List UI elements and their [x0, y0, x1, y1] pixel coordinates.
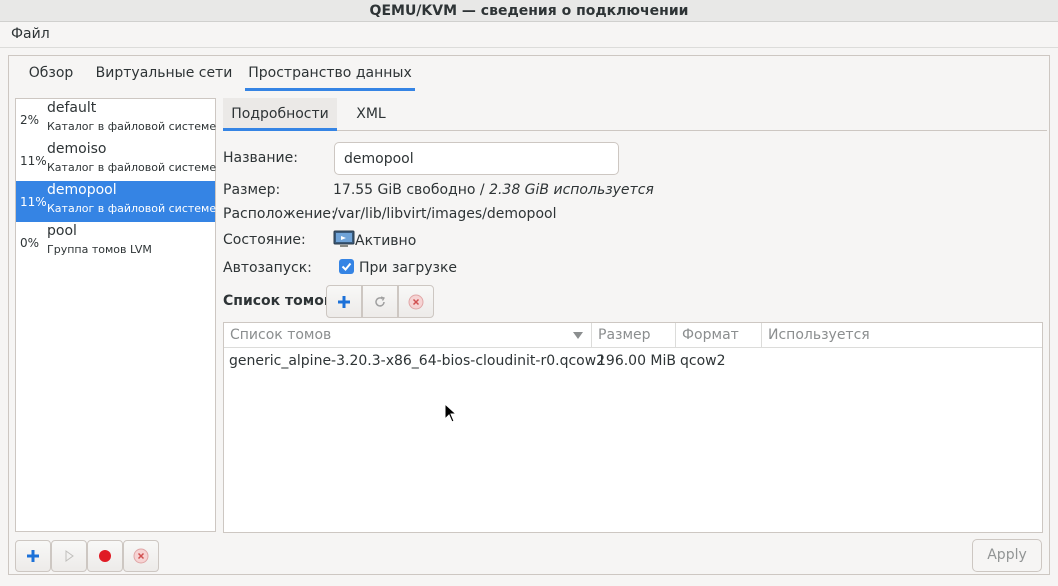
volume-size-cell: 196.00 MiB [597, 353, 677, 369]
menubar: Файл [0, 22, 1058, 48]
connection-notebook: Обзор Виртуальные сети Пространство данн… [8, 55, 1050, 575]
delete-pool-button[interactable] [123, 540, 159, 572]
state-value-wrap: Активно [333, 230, 416, 249]
pool-item-pool[interactable]: 0% pool Группа томов LVM [16, 222, 215, 263]
check-icon [341, 262, 352, 271]
pool-name: default [47, 100, 97, 116]
tab-storage[interactable]: Пространство данных [245, 56, 415, 91]
menu-file[interactable]: Файл [11, 26, 50, 42]
pool-type: Каталог в файловой системе [47, 202, 217, 215]
column-header-size[interactable]: Размер [592, 323, 676, 348]
play-icon [65, 550, 74, 562]
column-header-format[interactable]: Формат [676, 323, 762, 348]
stop-icon [99, 550, 111, 562]
size-used: 2.38 GiB используется [489, 182, 654, 198]
mouse-cursor-icon [444, 403, 458, 423]
pool-type: Группа томов LVM [47, 243, 152, 256]
pool-name: demoiso [47, 141, 107, 157]
name-label: Название: [223, 150, 298, 166]
refresh-icon [375, 295, 385, 307]
location-value: /var/lib/libvirt/images/demopool [333, 206, 557, 222]
autostart-checkbox[interactable] [339, 259, 354, 274]
delete-volume-button[interactable] [398, 285, 434, 318]
pool-usage-percent: 0% [20, 236, 40, 250]
delete-icon [408, 294, 424, 309]
size-value: 17.55 GiB свободно / 2.38 GiB использует… [333, 182, 654, 198]
location-label: Расположение: [223, 206, 336, 222]
pool-usage-percent: 2% [20, 113, 40, 127]
start-pool-button[interactable] [51, 540, 87, 572]
autostart-label: Автозапуск: [223, 260, 312, 276]
pool-type: Каталог в файловой системе [47, 161, 217, 174]
tab-overview[interactable]: Обзор [19, 56, 83, 91]
volume-table: Список томов Размер Формат Используется … [223, 322, 1043, 533]
tab-details[interactable]: Подробности [223, 98, 337, 131]
size-free: 17.55 GiB свободно [333, 182, 476, 198]
pool-usage-percent: 11% [20, 195, 47, 209]
plus-icon [338, 295, 350, 308]
sort-down-icon [573, 332, 583, 339]
add-volume-button[interactable] [326, 285, 362, 318]
tab-xml[interactable]: XML [347, 98, 395, 131]
pool-item-default[interactable]: 2% default Каталог в файловой системе [16, 99, 217, 140]
pool-usage-percent: 11% [20, 154, 47, 168]
column-header-volumes[interactable]: Список томов [224, 323, 592, 348]
delete-icon [133, 548, 149, 564]
state-value: Активно [355, 233, 417, 249]
window-title: QEMU/KVM — сведения о подключении [0, 0, 1058, 22]
pool-type: Каталог в файловой системе [47, 120, 217, 133]
volume-name-cell: generic_alpine-3.20.3-x86_64-bios-cloudi… [229, 353, 606, 369]
tab-virtual-networks[interactable]: Виртуальные сети [95, 56, 233, 91]
main-area: Обзор Виртуальные сети Пространство данн… [0, 48, 1058, 586]
plus-icon [27, 550, 39, 562]
stop-pool-button[interactable] [87, 540, 123, 572]
column-header-used-by[interactable]: Используется [762, 323, 1042, 348]
pool-list: 2% default Каталог в файловой системе 11… [15, 98, 216, 532]
autostart-value: При загрузке [359, 260, 458, 276]
pool-name: demopool [47, 182, 117, 198]
top-tab-bar: Обзор Виртуальные сети Пространство данн… [9, 56, 1049, 91]
refresh-volumes-button[interactable] [362, 285, 398, 318]
size-separator: / [475, 182, 490, 198]
detail-tab-bar: Подробности XML [223, 98, 1047, 131]
monitor-icon [333, 230, 355, 247]
size-label: Размер: [223, 182, 281, 198]
pool-name-field[interactable] [334, 142, 619, 175]
pool-name: pool [47, 223, 77, 239]
column-label: Список томов [230, 327, 332, 343]
state-label: Состояние: [223, 232, 306, 248]
add-pool-button[interactable] [15, 540, 51, 572]
pool-item-demoiso[interactable]: 11% demoiso Каталог в файловой системе [16, 140, 217, 181]
pool-item-demopool[interactable]: 11% demopool Каталог в файловой системе [16, 181, 217, 222]
volume-format-cell: qcow2 [680, 353, 726, 369]
volumes-title: Список томов [223, 293, 333, 309]
apply-button[interactable]: Apply [972, 539, 1042, 572]
volume-table-header: Список томов Размер Формат Используется [224, 323, 1042, 348]
